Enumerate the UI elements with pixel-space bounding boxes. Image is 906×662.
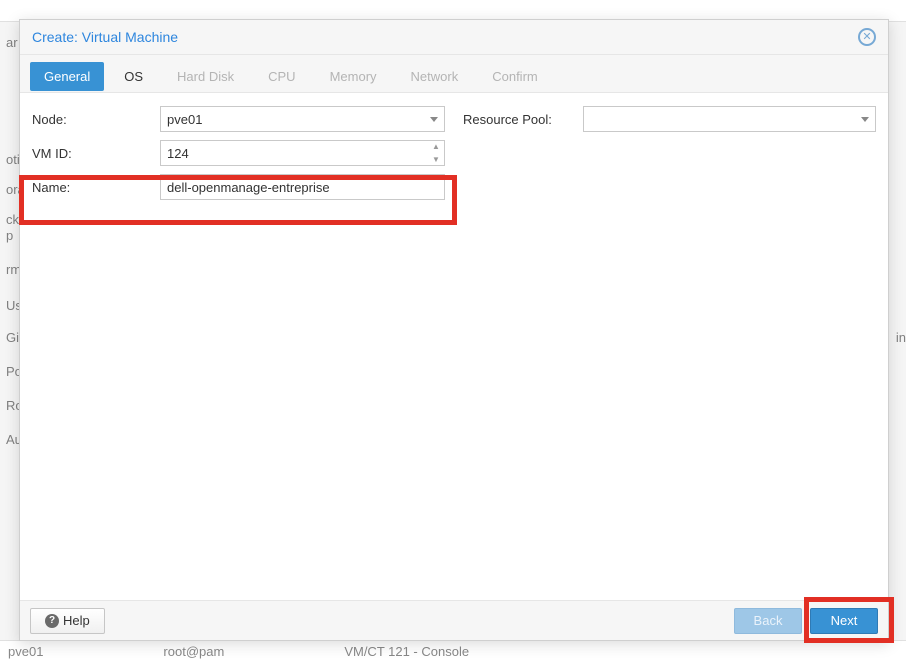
left-column: Node: VM ID: ▲ ▼ Name: xyxy=(32,105,445,201)
vmid-input[interactable] xyxy=(160,140,445,166)
node-label: Node: xyxy=(32,112,160,127)
field-vmid: VM ID: ▲ ▼ xyxy=(32,139,445,167)
name-label: Name: xyxy=(32,180,160,195)
field-name: Name: xyxy=(32,173,445,201)
status-title: VM/CT 121 - Console xyxy=(344,644,469,659)
dialog-footer: ? Help Back Next xyxy=(20,600,888,640)
node-input[interactable] xyxy=(160,106,445,132)
wizard-tabs: General OS Hard Disk CPU Memory Network … xyxy=(20,55,888,93)
dialog-body: Node: VM ID: ▲ ▼ Name: xyxy=(20,93,888,600)
chevron-down-icon xyxy=(861,117,869,122)
create-vm-dialog: Create: Virtual Machine ✕ General OS Har… xyxy=(19,19,889,641)
help-button[interactable]: ? Help xyxy=(30,608,105,634)
tab-general[interactable]: General xyxy=(30,62,104,91)
field-node: Node: xyxy=(32,105,445,133)
close-icon[interactable]: ✕ xyxy=(858,28,876,46)
node-dropdown-trigger[interactable] xyxy=(425,106,443,132)
vmid-spinner[interactable]: ▲ ▼ xyxy=(429,140,443,166)
chevron-down-icon xyxy=(430,117,438,122)
tab-hard-disk: Hard Disk xyxy=(163,62,248,91)
name-input[interactable] xyxy=(160,174,445,200)
tab-memory: Memory xyxy=(316,62,391,91)
tab-confirm: Confirm xyxy=(478,62,552,91)
spinner-down-icon[interactable]: ▼ xyxy=(429,153,443,166)
help-icon: ? xyxy=(45,614,59,628)
back-button: Back xyxy=(734,608,802,634)
next-button[interactable]: Next xyxy=(810,608,878,634)
dialog-title: Create: Virtual Machine xyxy=(32,29,178,45)
status-user: root@pam xyxy=(163,644,224,659)
resource-pool-input[interactable] xyxy=(583,106,876,132)
tab-cpu: CPU xyxy=(254,62,309,91)
field-resource-pool: Resource Pool: xyxy=(463,105,876,133)
resource-pool-dropdown-trigger[interactable] xyxy=(856,106,874,132)
vmid-label: VM ID: xyxy=(32,146,160,161)
resource-pool-label: Resource Pool: xyxy=(463,112,583,127)
spinner-up-icon[interactable]: ▲ xyxy=(429,140,443,153)
help-button-label: Help xyxy=(63,613,90,628)
right-column: Resource Pool: xyxy=(463,105,876,133)
tab-os[interactable]: OS xyxy=(110,62,157,91)
status-node: pve01 xyxy=(8,644,43,659)
tab-network: Network xyxy=(397,62,473,91)
dialog-titlebar: Create: Virtual Machine ✕ xyxy=(20,20,888,55)
